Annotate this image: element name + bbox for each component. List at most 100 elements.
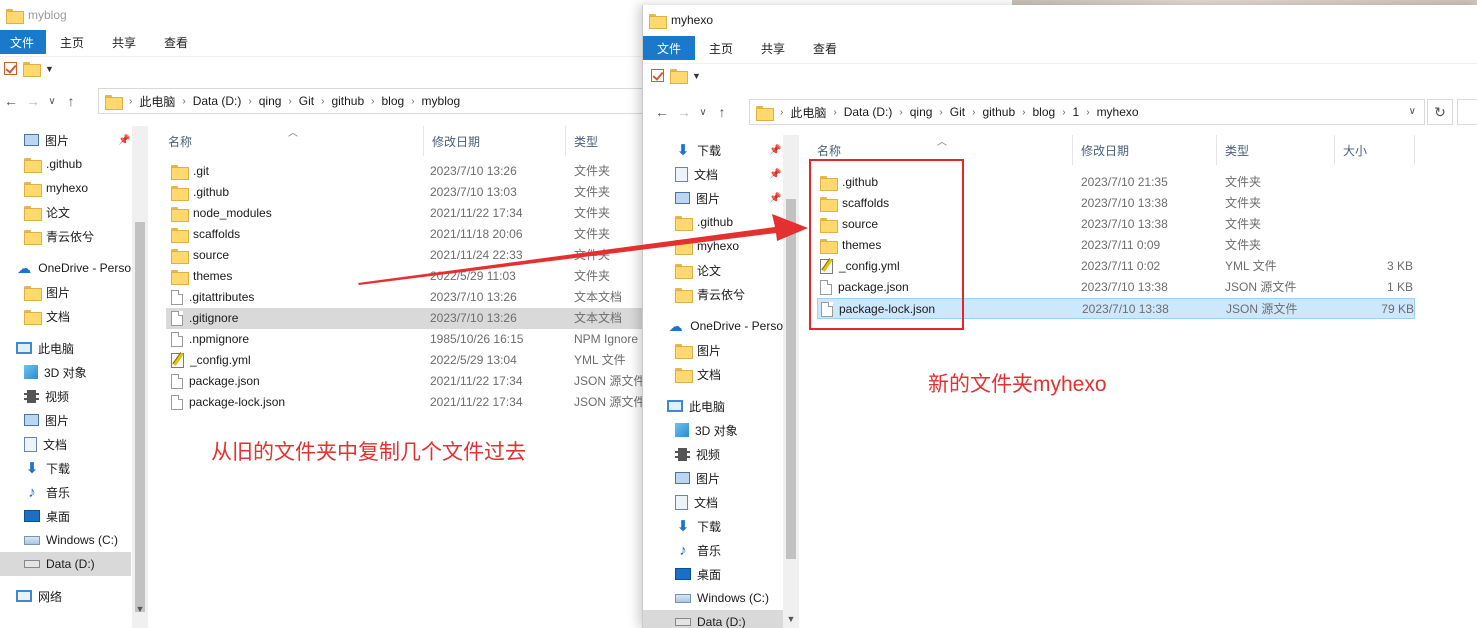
nav-item[interactable]: 文档	[643, 362, 783, 386]
breadcrumb-item[interactable]: qing	[905, 105, 938, 119]
scroll-down-arrow-icon[interactable]: ▼	[784, 614, 798, 624]
file-row[interactable]: package-lock.json 2021/11/22 17:34 JSON 源文…	[166, 392, 642, 413]
column-header-date[interactable]: 修改日期	[1073, 135, 1217, 165]
nav-item[interactable]: 网络	[0, 584, 131, 608]
new-folder-icon[interactable]	[23, 62, 41, 77]
nav-item[interactable]: ☁ OneDrive - Perso	[0, 256, 131, 280]
back-arrow-icon[interactable]: ←	[0, 93, 22, 109]
nav-item[interactable]: 此电脑	[0, 336, 131, 360]
nav-scrollbar[interactable]: ▼	[783, 135, 799, 628]
file-row[interactable]: .git 2023/7/10 13:26 文件夹	[166, 161, 642, 182]
nav-item[interactable]: Windows (C:)	[0, 528, 131, 552]
nav-item[interactable]: ♪ 音乐	[0, 480, 131, 504]
forward-arrow-icon[interactable]: →	[673, 104, 695, 120]
nav-item[interactable]: 文档	[643, 490, 783, 514]
breadcrumb-item[interactable]: qing	[254, 94, 287, 108]
tab-home[interactable]: 主页	[695, 36, 747, 60]
nav-scrollbar[interactable]: ▼	[132, 126, 148, 628]
nav-item[interactable]: 文档	[0, 432, 131, 456]
scroll-down-arrow-icon[interactable]: ▼	[133, 604, 147, 614]
nav-item[interactable]: Windows (C:)	[643, 586, 783, 610]
breadcrumb-separator-icon[interactable]: ›	[127, 96, 134, 107]
file-row[interactable]: .github 2023/7/10 13:03 文件夹	[166, 182, 642, 203]
customize-toolbar-caret-icon[interactable]: ▼	[692, 71, 701, 81]
breadcrumb-item[interactable]: Data (D:)	[188, 94, 247, 108]
nav-item[interactable]: 图片 📌	[643, 186, 783, 210]
forward-arrow-icon[interactable]: →	[22, 93, 44, 109]
breadcrumb-item[interactable]: Data (D:)	[839, 105, 898, 119]
nav-item[interactable]: ♪ 音乐	[643, 538, 783, 562]
refresh-icon[interactable]: ↻	[1427, 99, 1453, 125]
breadcrumb-item[interactable]: myblog	[417, 94, 466, 108]
nav-item[interactable]: .github	[643, 210, 783, 234]
breadcrumb-item[interactable]: myhexo	[1092, 105, 1144, 119]
column-header-size[interactable]: 大小	[1335, 135, 1415, 165]
nav-item[interactable]: 3D 对象	[0, 360, 131, 384]
nav-item[interactable]: 文档 📌	[643, 162, 783, 186]
file-row[interactable]: themes 2022/5/29 11:03 文件夹	[166, 266, 642, 287]
column-header-date[interactable]: 修改日期	[424, 126, 566, 156]
address-bar[interactable]: › 此电脑 › Data (D:) › qing › Git › github › blog › 1 › my…	[749, 99, 1425, 125]
nav-item[interactable]: myhexo	[643, 234, 783, 258]
nav-item[interactable]: 3D 对象	[643, 418, 783, 442]
file-row[interactable]: .gitattributes 2023/7/10 13:26 文本文档	[166, 287, 642, 308]
breadcrumb-separator-icon[interactable]: ›	[778, 107, 785, 118]
nav-item[interactable]: 视频	[643, 442, 783, 466]
nav-item[interactable]: Data (D:)	[643, 610, 783, 628]
nav-item[interactable]: myhexo	[0, 176, 131, 200]
nav-item[interactable]: ⬇ 下载	[643, 514, 783, 538]
tab-home[interactable]: 主页	[46, 30, 98, 54]
breadcrumb-item[interactable]: blog	[377, 94, 410, 108]
breadcrumb-separator-icon[interactable]: ›	[319, 96, 326, 107]
breadcrumb-item[interactable]: 此电脑	[134, 93, 180, 110]
nav-item[interactable]: 图片	[0, 408, 131, 432]
breadcrumb-separator-icon[interactable]: ›	[369, 96, 376, 107]
breadcrumb-item[interactable]: 1	[1068, 105, 1085, 119]
breadcrumb-separator-icon[interactable]: ›	[409, 96, 416, 107]
search-input[interactable]	[1457, 99, 1477, 125]
nav-item[interactable]: 论文	[0, 200, 131, 224]
nav-item[interactable]: 青云依兮	[643, 282, 783, 306]
nav-item[interactable]: Data (D:)	[0, 552, 131, 576]
nav-item[interactable]: 图片	[0, 280, 131, 304]
breadcrumb-separator-icon[interactable]: ›	[831, 107, 838, 118]
breadcrumb-separator-icon[interactable]: ›	[286, 96, 293, 107]
new-folder-icon[interactable]	[670, 69, 688, 84]
column-header-name[interactable]: ︿ 名称	[160, 126, 424, 156]
breadcrumb-separator-icon[interactable]: ›	[1060, 107, 1067, 118]
tab-share[interactable]: 共享	[747, 36, 799, 60]
breadcrumb-item[interactable]: github	[326, 94, 369, 108]
file-row[interactable]: .gitignore 2023/7/10 13:26 文本文档	[166, 308, 642, 329]
file-row[interactable]: package.json 2021/11/22 17:34 JSON 源文件	[166, 371, 642, 392]
nav-scrollbar-thumb[interactable]	[786, 199, 796, 559]
tab-view[interactable]: 查看	[799, 36, 851, 60]
nav-item[interactable]: ⬇ 下载	[0, 456, 131, 480]
recent-locations-chevron-icon[interactable]: ∨	[44, 96, 60, 107]
nav-item[interactable]: 视频	[0, 384, 131, 408]
nav-item[interactable]: 青云依兮	[0, 224, 131, 248]
column-header-type[interactable]: 类型	[566, 126, 642, 156]
breadcrumb-separator-icon[interactable]: ›	[937, 107, 944, 118]
breadcrumb-separator-icon[interactable]: ›	[1020, 107, 1027, 118]
nav-item[interactable]: 图片 📌	[0, 128, 131, 152]
breadcrumb-item[interactable]: Git	[945, 105, 970, 119]
breadcrumb-item[interactable]: Git	[294, 94, 319, 108]
file-row[interactable]: scaffolds 2021/11/18 20:06 文件夹	[166, 224, 642, 245]
nav-item[interactable]: 图片	[643, 338, 783, 362]
nav-scrollbar-thumb[interactable]	[135, 222, 145, 612]
breadcrumb-item[interactable]: github	[977, 105, 1020, 119]
file-row[interactable]: source 2021/11/24 22:33 文件夹	[166, 245, 642, 266]
file-row[interactable]: _config.yml 2022/5/29 13:04 YML 文件	[166, 350, 642, 371]
breadcrumb-separator-icon[interactable]: ›	[897, 107, 904, 118]
up-arrow-icon[interactable]: ↑	[711, 104, 733, 120]
breadcrumb-separator-icon[interactable]: ›	[970, 107, 977, 118]
properties-check-icon[interactable]	[4, 62, 17, 75]
breadcrumb-item[interactable]: 此电脑	[785, 104, 831, 121]
tab-file[interactable]: 文件	[0, 30, 47, 54]
nav-item[interactable]: 图片	[643, 466, 783, 490]
breadcrumb-item[interactable]: blog	[1028, 105, 1061, 119]
customize-toolbar-caret-icon[interactable]: ▼	[45, 64, 54, 74]
tab-view[interactable]: 查看	[150, 30, 202, 54]
column-header-type[interactable]: 类型	[1217, 135, 1335, 165]
nav-item[interactable]: 文档	[0, 304, 131, 328]
